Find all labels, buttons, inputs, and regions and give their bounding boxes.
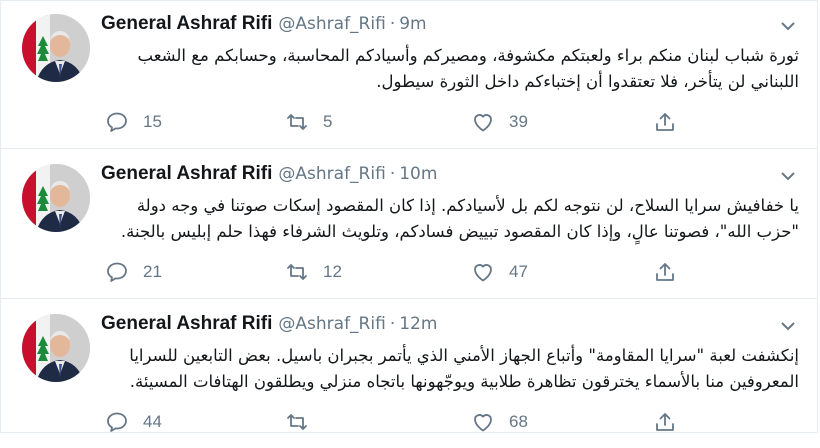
reply-button[interactable]: 44 [105,410,162,434]
tweet-text: يا خفافيش سرايا السلاح، لن نتوجه لكم بل … [120,196,799,241]
heart-icon [474,114,492,132]
author-handle[interactable]: @Ashraf_Rifi [278,314,385,334]
timestamp[interactable]: 10m [399,164,437,184]
chevron-down-icon[interactable] [780,20,796,32]
separator: · [389,314,396,334]
author-handle[interactable]: @Ashraf_Rifi [278,14,385,34]
tweet[interactable]: General Ashraf Rifi @Ashraf_Rifi · 9m ثو… [0,0,818,149]
timestamp[interactable]: 9m [399,14,426,34]
share-button[interactable] [653,110,691,134]
retweet-icon [287,414,307,430]
chevron-down-icon[interactable] [780,320,796,332]
reply-count: 21 [143,262,162,281]
share-icon [656,413,674,431]
tweet-header: General Ashraf Rifi @Ashraf_Rifi · 10m [101,163,437,189]
avatar-image [22,164,90,232]
heart-icon [474,414,492,432]
like-button[interactable]: 47 [471,260,528,284]
author-name[interactable]: General Ashraf Rifi [101,163,272,185]
retweet-button[interactable] [285,410,323,434]
retweet-icon [287,264,307,280]
tweet-actions: 15 5 39 [101,110,701,138]
author-name[interactable]: General Ashraf Rifi [101,13,272,35]
share-icon [656,113,674,131]
share-button[interactable] [653,410,691,434]
tweet-text: ثورة شباب لبنان منكم براء ولعبتكم مكشوفة… [137,46,800,91]
tweet-text: إنكشفت لعبة "سرايا المقاومة" وأتباع الجه… [129,346,799,391]
reply-button[interactable]: 15 [105,110,162,134]
retweet-button[interactable]: 5 [285,110,332,134]
reply-icon [107,112,127,132]
like-count: 39 [509,112,528,131]
tweet-actions: 21 12 47 [101,260,701,288]
separator: · [389,164,396,184]
avatar[interactable] [22,14,90,82]
reply-count: 44 [143,412,162,431]
retweet-button[interactable]: 12 [285,260,342,284]
like-count: 47 [509,262,528,281]
share-icon [656,263,674,281]
reply-count: 15 [143,112,162,131]
retweet-count: 5 [323,112,333,131]
avatar-image [22,14,90,82]
heart-icon [474,264,492,282]
avatar[interactable] [22,314,90,382]
avatar-image [22,314,90,382]
tweet[interactable]: General Ashraf Rifi @Ashraf_Rifi · 10m ي… [0,150,818,299]
separator: · [389,14,396,34]
author-handle[interactable]: @Ashraf_Rifi [278,164,385,184]
timestamp[interactable]: 12m [399,314,437,334]
retweet-count: 12 [323,262,342,281]
reply-icon [107,262,127,282]
tweet-header: General Ashraf Rifi @Ashraf_Rifi · 9m [101,13,427,39]
tweet[interactable]: General Ashraf Rifi @Ashraf_Rifi · 12m إ… [0,300,818,448]
like-button[interactable]: 39 [471,110,528,134]
tweet-header: General Ashraf Rifi @Ashraf_Rifi · 12m [101,313,437,339]
tweet-actions: 44 68 [101,410,701,438]
reply-button[interactable]: 21 [105,260,162,284]
chevron-down-icon[interactable] [780,170,796,182]
like-count: 68 [509,412,528,431]
like-button[interactable]: 68 [471,410,528,434]
author-name[interactable]: General Ashraf Rifi [101,313,272,335]
share-button[interactable] [653,260,691,284]
retweet-icon [287,114,307,130]
avatar[interactable] [22,164,90,232]
reply-icon [107,412,127,432]
